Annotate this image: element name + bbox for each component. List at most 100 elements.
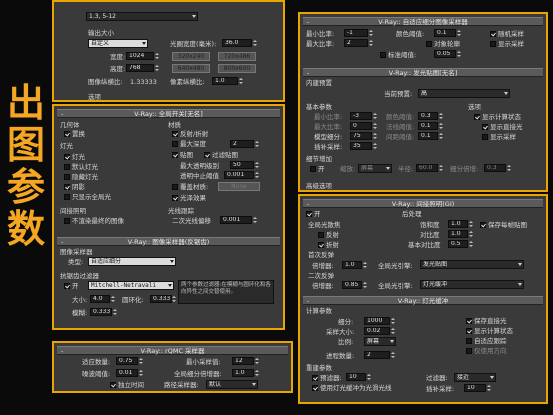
lc-subdivs-spinner[interactable] xyxy=(391,317,396,325)
secondary-engine-dropdown[interactable]: 灯光缓冲 xyxy=(420,280,524,289)
randomize-checkbox[interactable] xyxy=(490,31,496,37)
adapt-amount-spinner[interactable] xyxy=(139,357,144,365)
contrast-base-input[interactable]: 0.5 xyxy=(448,240,468,248)
model-subdiv-input[interactable]: 75 xyxy=(350,132,372,140)
nrm-thresh-spinner[interactable] xyxy=(439,122,444,130)
as-min-rate-spinner[interactable] xyxy=(369,29,374,37)
min-samples-input[interactable]: 12 xyxy=(232,357,254,365)
lc-scale-dropdown[interactable]: 屏幕 xyxy=(364,337,396,346)
path-sampler-dropdown[interactable]: 默认 xyxy=(206,380,258,389)
save-maps-checkbox[interactable] xyxy=(480,222,486,228)
adaptive-tracing-checkbox[interactable] xyxy=(466,338,472,344)
blur-input[interactable]: 0.333 xyxy=(90,308,112,316)
global-mult-spinner[interactable] xyxy=(255,369,260,377)
ir-max-rate-input[interactable]: 0 xyxy=(350,122,372,130)
lc-sample-size-spinner[interactable] xyxy=(391,327,396,335)
subdiv-mult-spinner[interactable] xyxy=(507,164,512,172)
noise-thresh-spinner[interactable] xyxy=(139,369,144,377)
time-indep-checkbox[interactable] xyxy=(110,382,116,388)
use-lc-glossy-checkbox[interactable] xyxy=(312,385,318,391)
preset-dropdown[interactable]: 自定义 xyxy=(88,39,148,48)
lc-passes-input[interactable]: 2 xyxy=(364,351,390,359)
transp-cutoff-input[interactable]: 0.001 xyxy=(224,171,254,179)
lc-interp-input[interactable]: 10 xyxy=(464,384,486,392)
pixel-aspect-input[interactable]: 1.0 xyxy=(212,77,238,85)
qmc-title[interactable]: - V-Ray:: rQMC 采样器 xyxy=(57,346,288,355)
filter-size-spinner[interactable] xyxy=(111,295,116,303)
filter-size-input[interactable]: 4.0 xyxy=(90,295,110,303)
override-mtl-button[interactable]: None xyxy=(218,182,260,191)
as-clr-thresh-spinner[interactable] xyxy=(457,29,462,37)
preset-button[interactable]: 640x480 xyxy=(172,64,210,73)
show-calc-checkbox[interactable] xyxy=(474,114,480,120)
width-spinner[interactable] xyxy=(155,52,160,60)
adapt-amount-input[interactable]: 0.75 xyxy=(116,357,138,365)
as-max-rate-input[interactable]: 2 xyxy=(344,39,368,47)
ir-min-rate-input[interactable]: -3 xyxy=(350,112,372,120)
normal-thresh-input[interactable]: 0.05 xyxy=(434,50,456,58)
gi-title[interactable]: - V-Ray:: 间接照明(GI) xyxy=(303,199,543,208)
normal-thresh-checkbox[interactable] xyxy=(380,52,386,58)
contrast-input[interactable]: 1.0 xyxy=(448,230,468,238)
nrm-thresh-input[interactable]: 0.1 xyxy=(418,122,438,130)
transp-cutoff-spinner[interactable] xyxy=(255,171,260,179)
preset-button[interactable]: 720x486 xyxy=(218,52,256,61)
aperture-input[interactable]: 36.0 xyxy=(222,39,252,47)
prefilter-spinner[interactable] xyxy=(367,373,372,381)
light-cache-title[interactable]: - V-Ray:: 灯光缓冲 xyxy=(303,296,543,305)
model-subdiv-spinner[interactable] xyxy=(373,132,378,140)
lc-interp-spinner[interactable] xyxy=(487,384,492,392)
min-samples-spinner[interactable] xyxy=(255,357,260,365)
prefilter-checkbox[interactable] xyxy=(312,375,318,381)
preset-button[interactable]: 320x240 xyxy=(172,52,210,61)
override-mtl-checkbox[interactable] xyxy=(172,184,178,190)
max-transp-input[interactable]: 50 xyxy=(230,161,254,169)
primary-engine-dropdown[interactable]: 发光贴图 xyxy=(420,260,524,269)
lc-passes-spinner[interactable] xyxy=(391,351,396,359)
pixel-aspect-spinner[interactable] xyxy=(239,77,244,85)
object-outline-checkbox[interactable] xyxy=(426,41,432,47)
maps-checkbox[interactable] xyxy=(172,152,178,158)
aa-on-checkbox[interactable] xyxy=(64,283,70,289)
aa-filter-dropdown[interactable]: Mitchell-Netravali xyxy=(88,281,174,290)
shadows-checkbox[interactable] xyxy=(64,184,70,190)
detail-on-checkbox[interactable] xyxy=(310,166,316,172)
irradiance-title[interactable]: - V-Ray:: 发光贴图[无名] xyxy=(303,68,543,77)
contrast-base-spinner[interactable] xyxy=(469,240,474,248)
preset-button[interactable]: 800x600 xyxy=(218,64,256,73)
ir-show-samples-checkbox[interactable] xyxy=(482,134,488,140)
global-switches-title[interactable]: - V-Ray:: 全局开关[无名] xyxy=(57,109,280,118)
round-spinner[interactable] xyxy=(172,295,177,303)
max-transp-spinner[interactable] xyxy=(255,161,260,169)
ir-clr-thresh-input[interactable]: 0.3 xyxy=(418,112,438,120)
interp-samples-input[interactable]: 35 xyxy=(350,142,372,150)
width-input[interactable]: 1024 xyxy=(126,52,154,60)
detail-radius-spinner[interactable] xyxy=(439,164,444,172)
use-dirs-checkbox[interactable] xyxy=(466,348,472,354)
hidden-lights-checkbox[interactable] xyxy=(64,174,70,180)
ir-max-rate-spinner[interactable] xyxy=(373,122,378,130)
sampler-type-dropdown[interactable]: 自适应细分 xyxy=(88,257,176,266)
gi-reflective-checkbox[interactable] xyxy=(318,232,324,238)
aperture-spinner[interactable] xyxy=(253,39,258,47)
max-depth-checkbox[interactable] xyxy=(172,141,178,147)
contrast-spinner[interactable] xyxy=(469,230,474,238)
round-input[interactable]: 0.333 xyxy=(150,295,172,303)
max-depth-input[interactable]: 2 xyxy=(230,140,254,148)
ir-clr-thresh-spinner[interactable] xyxy=(439,112,444,120)
dist-thresh-input[interactable]: 0.1 xyxy=(418,132,438,140)
adaptive-subdiv-title[interactable]: - V-Ray:: 自适应细分图像采样器 xyxy=(303,17,543,26)
gi-on-checkbox[interactable] xyxy=(306,211,312,217)
lc-subdivs-input[interactable]: 1000 xyxy=(364,317,390,325)
prefilter-input[interactable]: 10 xyxy=(346,373,366,381)
detail-scale-dropdown[interactable]: 屏幕 xyxy=(358,164,392,173)
lc-show-calc-checkbox[interactable] xyxy=(466,328,472,334)
as-show-samples-checkbox[interactable] xyxy=(490,41,496,47)
secondary-bias-spinner[interactable] xyxy=(253,216,258,224)
detail-radius-input[interactable]: 60.0 xyxy=(416,164,438,172)
top-dropdown[interactable]: 1.3, 5-12 xyxy=(86,12,198,21)
dist-thresh-spinner[interactable] xyxy=(439,132,444,140)
secondary-mult-spinner[interactable] xyxy=(363,281,368,289)
as-clr-thresh-input[interactable]: 0.1 xyxy=(434,29,456,37)
ir-min-rate-spinner[interactable] xyxy=(373,112,378,120)
